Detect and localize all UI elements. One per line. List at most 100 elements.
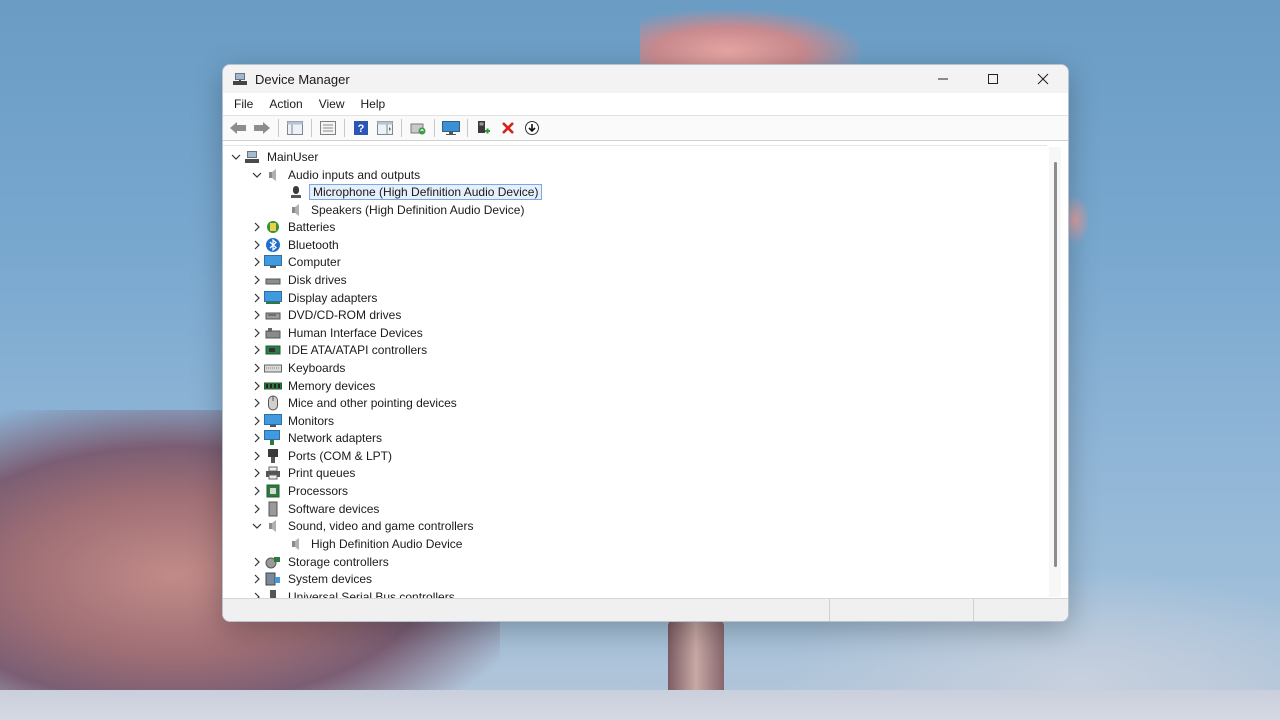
speaker-icon [287, 535, 305, 552]
menu-view[interactable]: View [311, 93, 353, 115]
tree-root[interactable]: MainUser [229, 148, 320, 165]
chevron-right-icon[interactable] [250, 588, 264, 598]
close-button[interactable] [1018, 65, 1068, 93]
speaker-icon [264, 517, 282, 534]
status-bar [223, 598, 1068, 621]
toolbar: ? [223, 115, 1068, 141]
chevron-right-icon[interactable] [250, 482, 264, 499]
chevron-right-icon[interactable] [250, 570, 264, 587]
tree-category[interactable]: Batteries [250, 218, 337, 235]
forward-button[interactable] [251, 118, 273, 138]
chevron-right-icon[interactable] [250, 394, 264, 411]
enable-device-button[interactable] [473, 118, 495, 138]
update-driver-button[interactable] [407, 118, 429, 138]
chevron-right-icon[interactable] [250, 306, 264, 323]
tree-category[interactable]: Storage controllers [250, 553, 391, 570]
battery-icon [264, 218, 282, 235]
tree-category[interactable]: Processors [250, 482, 350, 499]
tree-category[interactable]: IDE ATA/ATAPI controllers [250, 341, 429, 358]
device-label: Microphone (High Definition Audio Device… [309, 183, 543, 200]
status-cell [223, 599, 830, 621]
menu-file[interactable]: File [226, 93, 261, 115]
scrollbar-thumb[interactable] [1054, 162, 1057, 567]
category-label: Ports (COM & LPT) [288, 448, 393, 463]
tree-category[interactable]: Mice and other pointing devices [250, 394, 459, 411]
tree-category[interactable]: Software devices [250, 500, 381, 517]
menu-action[interactable]: Action [261, 93, 310, 115]
device-item[interactable]: Speakers (High Definition Audio Device) [287, 201, 526, 218]
chevron-right-icon[interactable] [250, 412, 264, 429]
chevron-right-icon[interactable] [250, 271, 264, 288]
chevron-right-icon[interactable] [250, 447, 264, 464]
tree-category[interactable]: Bluetooth [250, 236, 341, 253]
category-label: Disk drives [288, 272, 347, 287]
category-label: Bluetooth [288, 237, 339, 252]
chevron-right-icon[interactable] [250, 289, 264, 306]
tree-category[interactable]: System devices [250, 570, 374, 587]
chevron-right-icon[interactable] [250, 218, 264, 235]
title-bar[interactable]: Device Manager [223, 65, 1068, 93]
tree-category[interactable]: Sound, video and game controllers [250, 517, 475, 534]
uninstall-device-button[interactable] [497, 118, 519, 138]
computer-icon [243, 148, 261, 165]
back-button[interactable] [227, 118, 249, 138]
category-label: Storage controllers [288, 554, 389, 569]
network-icon [264, 429, 282, 446]
properties-button[interactable] [317, 118, 339, 138]
chevron-right-icon[interactable] [250, 324, 264, 341]
tree-category[interactable]: Print queues [250, 464, 357, 481]
maximize-button[interactable] [968, 65, 1018, 93]
device-label: Speakers (High Definition Audio Device) [311, 202, 525, 217]
chevron-down-icon[interactable] [229, 148, 243, 165]
chevron-right-icon[interactable] [250, 377, 264, 394]
status-cell [830, 599, 974, 621]
chevron-right-icon[interactable] [250, 553, 264, 570]
help-button[interactable]: ? [350, 118, 372, 138]
tree-category[interactable]: DVD/CD-ROM drives [250, 306, 403, 323]
tree-category[interactable]: Computer [250, 253, 343, 270]
menu-help[interactable]: Help [353, 93, 394, 115]
category-label: Sound, video and game controllers [288, 518, 474, 533]
vertical-scrollbar[interactable] [1049, 147, 1061, 597]
tree-category[interactable]: Disk drives [250, 271, 349, 288]
device-item-selected[interactable]: Microphone (High Definition Audio Device… [287, 183, 543, 200]
action-pane-button[interactable] [374, 118, 396, 138]
tree-category[interactable]: Ports (COM & LPT) [250, 447, 394, 464]
tree-category[interactable]: Audio inputs and outputs [250, 166, 422, 183]
scan-hardware-button[interactable] [440, 118, 462, 138]
category-label: Print queues [288, 465, 356, 480]
toolbar-separator [434, 119, 435, 137]
chevron-right-icon[interactable] [250, 429, 264, 446]
chevron-right-icon[interactable] [250, 500, 264, 517]
chevron-right-icon[interactable] [250, 464, 264, 481]
minimize-icon [938, 78, 948, 80]
show-hide-console-tree-button[interactable] [284, 118, 306, 138]
close-icon [1037, 73, 1049, 85]
download-button[interactable] [521, 118, 543, 138]
svg-text:?: ? [358, 123, 365, 135]
arrow-left-icon [230, 122, 246, 134]
minimize-button[interactable] [918, 65, 968, 93]
tree-category[interactable]: Display adapters [250, 289, 379, 306]
chevron-down-icon[interactable] [250, 166, 264, 183]
tree-category[interactable]: Monitors [250, 412, 336, 429]
tree-category[interactable]: Human Interface Devices [250, 324, 425, 341]
software-icon [264, 500, 282, 517]
chevron-right-icon[interactable] [250, 341, 264, 358]
chevron-right-icon[interactable] [250, 359, 264, 376]
device-item[interactable]: High Definition Audio Device [287, 535, 464, 552]
chevron-right-icon[interactable] [250, 253, 264, 270]
tree-category[interactable]: Network adapters [250, 429, 384, 446]
tree-category[interactable]: Memory devices [250, 377, 377, 394]
toolbar-separator [401, 119, 402, 137]
chevron-down-icon[interactable] [250, 517, 264, 534]
chevron-right-icon[interactable] [250, 236, 264, 253]
memory-icon [264, 377, 282, 394]
device-label: High Definition Audio Device [311, 536, 463, 551]
category-label: Monitors [288, 413, 335, 428]
maximize-icon [988, 74, 998, 84]
tree-category[interactable]: Keyboards [250, 359, 347, 376]
category-label: Software devices [288, 501, 380, 516]
processor-icon [264, 482, 282, 499]
tree-category[interactable]: Universal Serial Bus controllers [250, 588, 457, 598]
